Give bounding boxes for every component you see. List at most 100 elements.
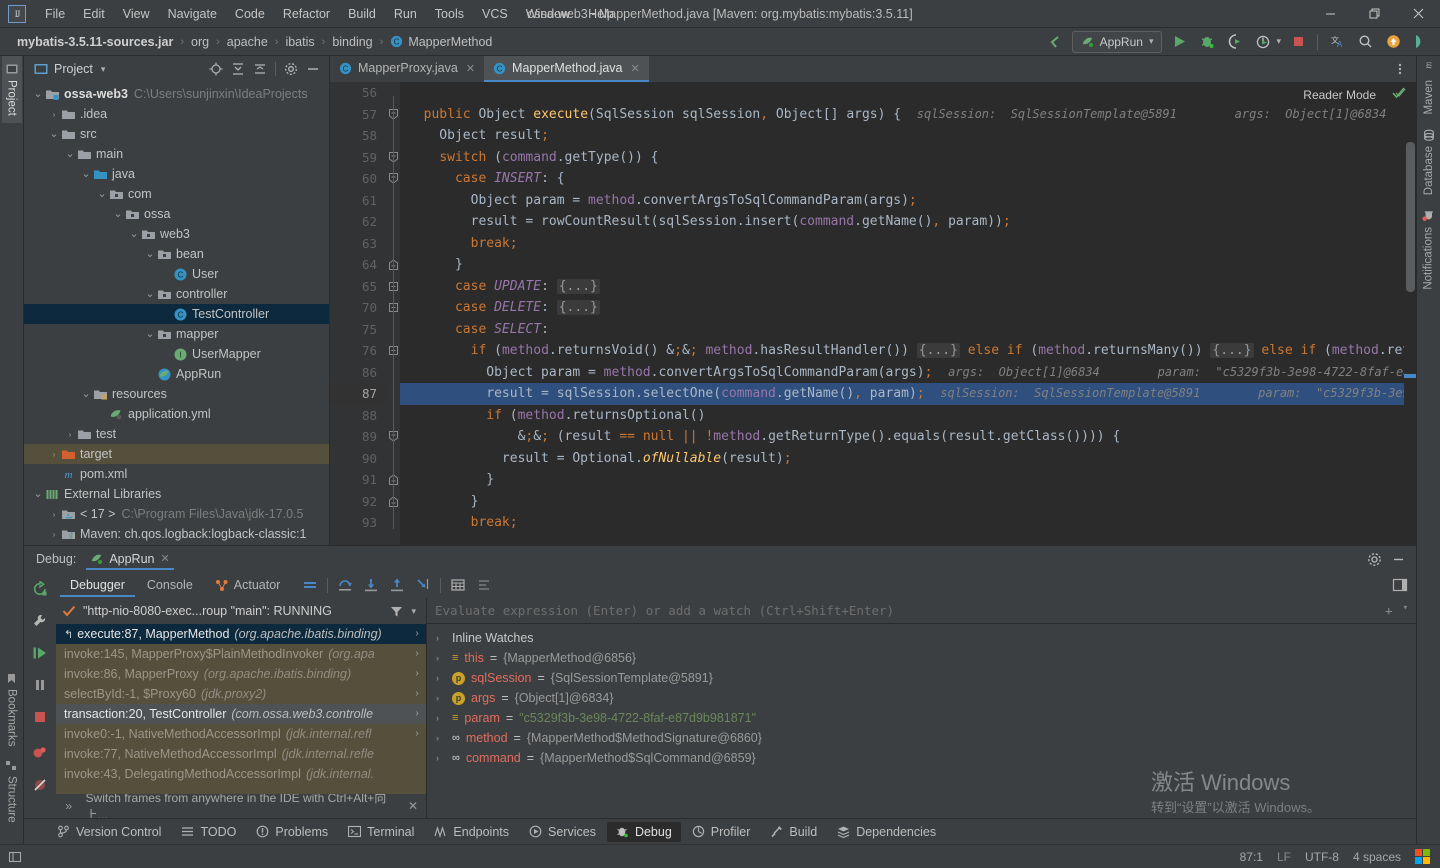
stop-icon[interactable]	[1287, 31, 1309, 53]
stack-frame-row[interactable]: invoke:77, NativeMethodAccessorImpl (jdk.…	[56, 744, 426, 764]
variables-list[interactable]: › Inline Watches › ≡ this = {MapperMethod@6856…	[427, 624, 1416, 818]
tool-window-button-problems[interactable]: Problems	[247, 822, 337, 842]
line-number[interactable]: 92	[330, 491, 386, 513]
menu-run[interactable]: Run	[385, 4, 426, 24]
chevron-right-icon[interactable]: ›	[410, 644, 424, 664]
menu-window[interactable]: Window	[517, 4, 579, 24]
line-number[interactable]: 61	[330, 190, 386, 212]
debug-session-tab[interactable]: AppRun ✕	[86, 549, 174, 570]
filter-icon[interactable]	[390, 605, 403, 618]
chevron-down-icon[interactable]: ⌄	[80, 169, 92, 180]
menu-file[interactable]: File	[36, 4, 74, 24]
chevron-right-icon[interactable]: ›	[64, 430, 76, 439]
line-number[interactable]: 64	[330, 254, 386, 276]
line-number[interactable]: 60	[330, 168, 386, 190]
tree-node-testcontroller[interactable]: C TestController	[24, 304, 329, 324]
code-line[interactable]: case UPDATE: {...}	[400, 276, 1416, 298]
sidebar-tab-bookmarks[interactable]: Bookmarks	[2, 666, 22, 754]
tree-node-controller[interactable]: ⌄ controller	[24, 284, 329, 304]
tree-node-src[interactable]: ⌄ src	[24, 124, 329, 144]
chevron-down-icon[interactable]: ▾	[1276, 36, 1281, 47]
editor-scrollbar[interactable]	[1404, 82, 1416, 545]
pause-icon[interactable]	[29, 674, 51, 696]
chevron-down-icon[interactable]: ⌄	[32, 489, 44, 500]
file-encoding[interactable]: UTF-8	[1305, 850, 1339, 864]
show-tool-windows-icon[interactable]	[8, 850, 22, 864]
resume-icon[interactable]	[29, 642, 51, 664]
chevron-right-icon[interactable]: ›	[410, 664, 424, 684]
minimize-button[interactable]	[1308, 0, 1352, 28]
code-line[interactable]: result = Optional.ofNullable(result);	[400, 448, 1416, 470]
run-coverage-icon[interactable]	[1224, 31, 1246, 53]
breadcrumb-item-class[interactable]: C MapperMethod	[387, 33, 495, 51]
chevron-down-icon[interactable]: ⌄	[128, 229, 140, 240]
code-line[interactable]: if (method.returnsVoid() &;&; method.has…	[400, 340, 1416, 362]
code-line[interactable]: break;	[400, 512, 1416, 534]
minimize-icon[interactable]	[1388, 549, 1408, 569]
evaluate-expression-input[interactable]: Evaluate expression (Enter) or add a wat…	[427, 598, 1416, 624]
sidebar-tab-notifications[interactable]: Notifications	[1418, 202, 1439, 297]
locate-icon[interactable]	[206, 59, 226, 79]
search-everywhere-icon[interactable]	[1354, 31, 1376, 53]
run-to-cursor-icon[interactable]	[411, 574, 435, 596]
tree-node-apprun[interactable]: AppRun	[24, 364, 329, 384]
editor-tab-mapperproxy[interactable]: C MapperProxy.java ✕	[330, 56, 484, 82]
line-number[interactable]: 65	[330, 276, 386, 298]
chevron-right-icon[interactable]: ›	[436, 733, 446, 743]
tree-node-maven-ch-qos-logback-logback-classic-1[interactable]: › Maven: ch.qos.logback:logback-classic:1	[24, 524, 329, 544]
line-number[interactable]: 59	[330, 147, 386, 169]
breadcrumb-item-ibatis[interactable]: ibatis	[282, 33, 317, 51]
code-line[interactable]: Object result;	[400, 125, 1416, 147]
project-tree[interactable]: ⌄ ossa-web3 C:\Users\sunjinxin\IdeaProject…	[24, 82, 329, 545]
chevron-right-icon[interactable]: ›	[436, 693, 446, 703]
menu-edit[interactable]: Edit	[74, 4, 114, 24]
view-breakpoints-icon[interactable]	[29, 742, 51, 764]
chevron-down-icon[interactable]: ⌄	[32, 89, 44, 100]
line-number[interactable]: 87	[330, 383, 386, 405]
settings-list-icon[interactable]	[472, 574, 496, 596]
tree-node-target[interactable]: › target	[24, 444, 329, 464]
step-into-icon[interactable]	[359, 574, 383, 596]
menu-vcs[interactable]: VCS	[473, 4, 517, 24]
chevron-right-icon[interactable]: ›	[436, 653, 446, 663]
stack-frame-row[interactable]: invoke:43, DelegatingMethodAccessorImpl (…	[56, 764, 426, 784]
chevron-down-icon[interactable]: ⌄	[144, 289, 156, 300]
line-number[interactable]: 86	[330, 362, 386, 384]
chevron-right-icon[interactable]: ›	[410, 704, 424, 724]
profiler-icon[interactable]	[1252, 31, 1274, 53]
chevron-right-icon[interactable]: ›	[48, 530, 60, 539]
step-out-icon[interactable]	[385, 574, 409, 596]
code-line[interactable]: }	[400, 254, 1416, 276]
close-icon[interactable]: ✕	[466, 62, 475, 75]
line-number-gutter[interactable]: 56 57 58 59 60 61 62 63 64 65 70 75 76 86 87 88 89 90 91 92…	[330, 82, 386, 545]
close-icon[interactable]: ✕	[408, 799, 426, 813]
variable-row[interactable]: › p args = {Object[1]@6834}	[427, 688, 1416, 708]
tree-node-main[interactable]: ⌄ main	[24, 144, 329, 164]
tree-node-user[interactable]: C User	[24, 264, 329, 284]
code-line[interactable]: public Object execute(SqlSession sqlSess…	[400, 104, 1416, 126]
breadcrumb-item-apache[interactable]: apache	[224, 33, 271, 51]
code-line[interactable]: break;	[400, 233, 1416, 255]
chevron-down-icon[interactable]: ⌄	[144, 249, 156, 260]
settings-icon[interactable]	[281, 59, 301, 79]
tree-node-application-yml[interactable]: application.yml	[24, 404, 329, 424]
chevron-right-icon[interactable]: ›	[48, 450, 60, 459]
run-configuration-selector[interactable]: AppRun ▾	[1071, 30, 1163, 53]
variable-row[interactable]: › ∞ method = {MapperMethod$MethodSignature@6…	[427, 728, 1416, 748]
code-line[interactable]: }	[400, 491, 1416, 513]
caret-position[interactable]: 87:1	[1240, 850, 1263, 864]
stack-frame-row[interactable]: invoke:145, MapperProxy$PlainMethodInvok…	[56, 644, 426, 664]
line-number[interactable]: 70	[330, 297, 386, 319]
line-number[interactable]: 89	[330, 426, 386, 448]
expand-chevrons-icon[interactable]: »	[60, 799, 78, 813]
tree-node-java[interactable]: ⌄ java	[24, 164, 329, 184]
chevron-down-icon[interactable]: ⌄	[144, 329, 156, 340]
tree-node-usermapper[interactable]: I UserMapper	[24, 344, 329, 364]
settings-wrench-icon[interactable]	[29, 610, 51, 632]
stop-icon[interactable]	[29, 706, 51, 728]
inspections-ok-icon[interactable]	[1392, 86, 1406, 100]
tool-window-button-services[interactable]: Services	[520, 822, 605, 842]
gear-icon[interactable]	[1364, 549, 1384, 569]
tree-node-ossa-web3[interactable]: ⌄ ossa-web3 C:\Users\sunjinxin\IdeaProject…	[24, 84, 329, 104]
code-line[interactable]: case DELETE: {...}	[400, 297, 1416, 319]
